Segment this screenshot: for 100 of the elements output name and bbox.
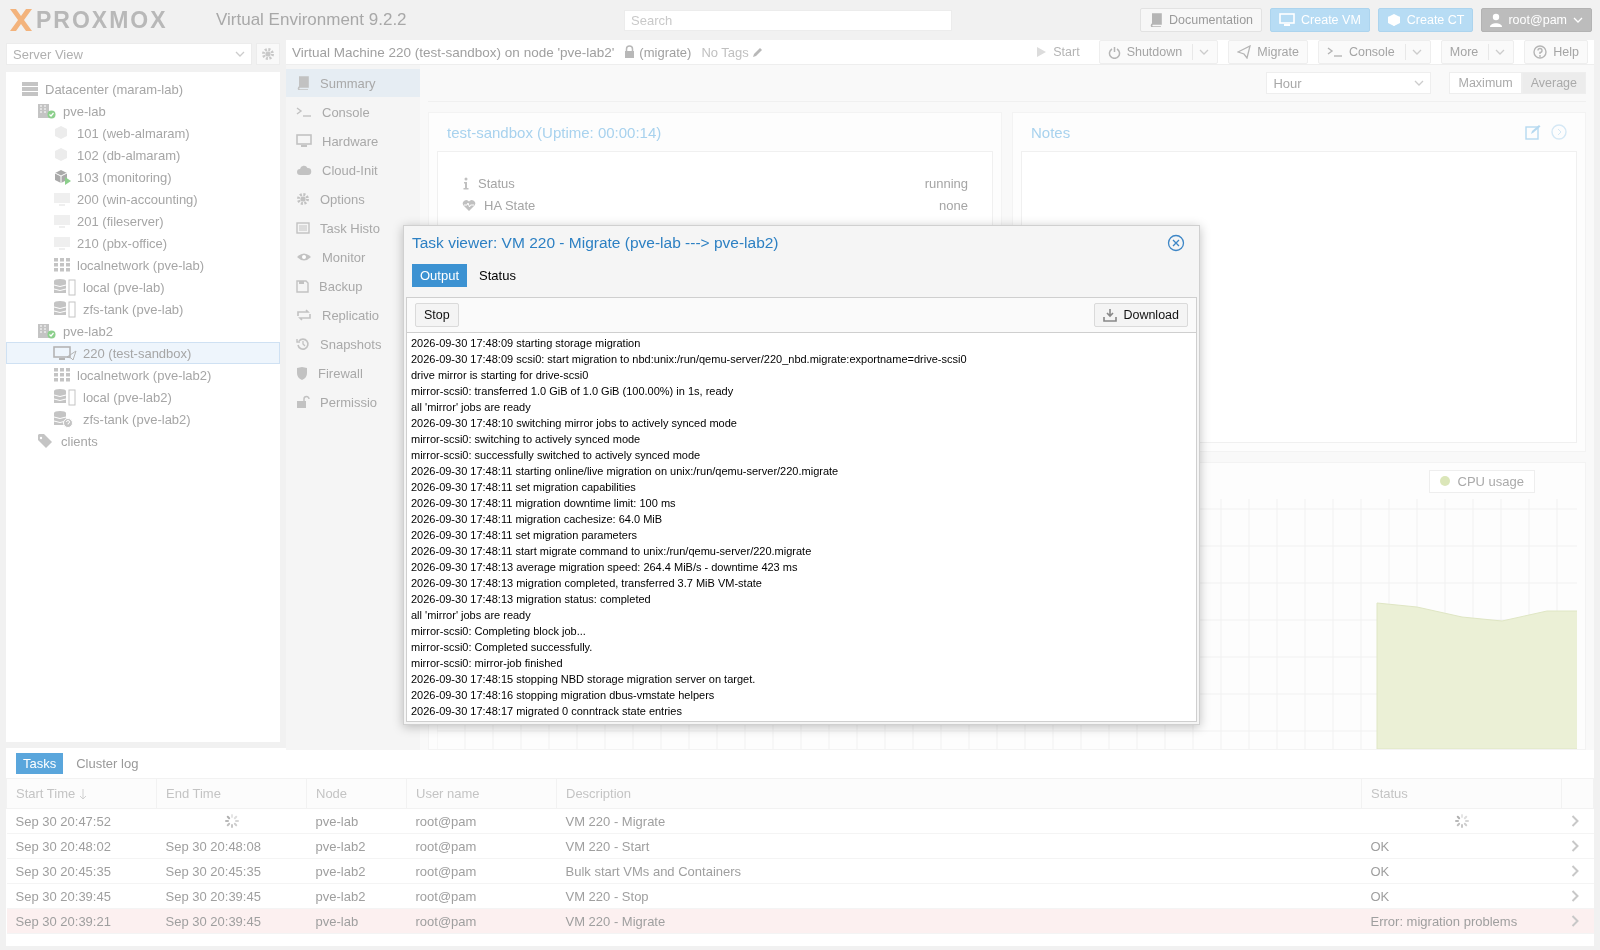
download-button[interactable]: Download: [1094, 303, 1188, 327]
status-value: running: [924, 175, 968, 191]
log-line: 2026-09-30 17:48:10 switching mirror jobs to actively synced mode: [411, 416, 738, 431]
nav-item[interactable]: Hardware: [286, 127, 381, 155]
timeframe-select[interactable]: Hour: [1266, 72, 1432, 94]
panel-title: Notes: [1031, 123, 1071, 141]
edit-icon: [1525, 124, 1541, 140]
tree-item[interactable]: zfs-tank (pve-lab2): [6, 408, 280, 430]
tree-item[interactable]: 102 (db-almaram): [6, 144, 280, 166]
play-icon: [1035, 46, 1048, 58]
column-header[interactable]: Start Time: [16, 786, 76, 801]
shield-icon: [296, 366, 308, 380]
sort-down-icon: [79, 787, 88, 800]
nav-item[interactable]: Snapshots: [286, 330, 384, 358]
book-icon: [1148, 13, 1163, 27]
table-cell: Sep 30 20:48:02: [15, 838, 111, 854]
toolbar-button[interactable]: Help: [1524, 40, 1588, 64]
chevron-right-icon: [1570, 840, 1579, 852]
column-header[interactable]: Description: [566, 786, 632, 801]
dialog-tab[interactable]: Output: [412, 264, 468, 287]
caret-icon: [1199, 48, 1210, 56]
heartbeat-icon: [462, 198, 476, 212]
building-check-icon: [37, 103, 57, 119]
help-icon: [1533, 45, 1548, 59]
chevron-right-icon: [1570, 815, 1579, 827]
power-icon: [1107, 45, 1121, 59]
log-line: 2026-09-30 17:48:09 starting storage migration: [411, 336, 642, 351]
dialog-title: Task viewer: VM 220 - Migrate (pve-lab ---> pve-lab2): [412, 234, 780, 252]
column-header[interactable]: End Time: [166, 786, 221, 801]
book-icon: [296, 76, 310, 90]
lock-icon: [624, 45, 636, 59]
toolbar-button[interactable]: More: [1440, 40, 1515, 64]
database-icon: [53, 300, 77, 318]
log-tab[interactable]: Tasks: [16, 752, 64, 774]
tree-item[interactable]: localnetwork (pve-lab2): [6, 364, 280, 386]
log-line: 2026-09-30 17:48:11 migration cachesize: 64.0 MiB: [411, 512, 664, 527]
log-line: 2026-09-30 17:48:13 average migration speed: 264.4 MiB/s - downtime 423 ms: [411, 560, 799, 575]
floppy-icon: [296, 279, 309, 293]
mode-button[interactable]: Average: [1521, 72, 1586, 94]
table-cell: Sep 30 20:45:35: [165, 863, 261, 879]
chevron-right-icon: [1570, 890, 1579, 902]
tree-item[interactable]: pve-lab2: [6, 320, 280, 342]
view-select[interactable]: Server View: [6, 43, 252, 65]
nav-item[interactable]: Backup: [286, 272, 365, 300]
dialog-tab[interactable]: Status: [471, 264, 524, 287]
toolbar-button[interactable]: Migrate: [1228, 40, 1308, 64]
header-button[interactable]: Create VM: [1270, 8, 1370, 32]
nav-item[interactable]: Monitor: [286, 243, 368, 271]
close-button[interactable]: [1167, 234, 1185, 252]
tree-item[interactable]: 210 (pbx-office): [6, 232, 280, 254]
log-tab[interactable]: Cluster log: [69, 752, 146, 774]
history-icon: [296, 337, 310, 351]
toolbar-button[interactable]: Console: [1317, 40, 1431, 64]
table-cell: Sep 30 20:48:08: [165, 838, 261, 854]
log-line: mirror-scsi0: switching to actively synced mode: [411, 432, 642, 447]
nav-item[interactable]: Firewall: [286, 359, 365, 387]
tree-item[interactable]: zfs-tank (pve-lab): [6, 298, 280, 320]
table-cell: root@pam: [415, 863, 477, 879]
user-menu-button[interactable]: root@pam: [1481, 8, 1592, 32]
tree-item[interactable]: local (pve-lab): [6, 276, 280, 298]
header-button[interactable]: Create CT: [1377, 8, 1474, 32]
building-check-icon: [37, 323, 57, 339]
tree-item[interactable]: 201 (fileserver): [6, 210, 280, 232]
tree-item[interactable]: 101 (web-almaram): [6, 122, 280, 144]
nav-item[interactable]: Cloud-Init: [286, 156, 380, 184]
lock-status: (migrate): [639, 44, 692, 60]
database-icon: [53, 278, 77, 296]
caret-icon: [1411, 48, 1422, 56]
tags-link[interactable]: No Tags: [701, 44, 764, 60]
stop-button[interactable]: Stop: [415, 303, 459, 327]
nav-item[interactable]: Replicatio: [286, 301, 382, 329]
mode-button[interactable]: Maximum: [1449, 72, 1522, 94]
panel-title: test-sandbox (Uptime: 00:00:14): [447, 123, 662, 141]
tree-item[interactable]: pve-lab: [6, 100, 280, 122]
nav-item[interactable]: Permissio: [286, 388, 380, 416]
tree-item[interactable]: 103 (monitoring): [6, 166, 280, 188]
table-cell: root@pam: [415, 913, 477, 929]
nav-item[interactable]: Task Histo: [286, 214, 382, 242]
header-button[interactable]: Documentation: [1139, 8, 1263, 32]
log-line: 2026-09-30 17:48:11 starting online/live migration on unix:/run/qemu-server/220.migrate: [411, 464, 840, 479]
nav-item[interactable]: Summary: [286, 69, 420, 97]
log-line: 2026-09-30 17:48:16 stopping migration dbus-vmstate helpers: [411, 688, 716, 703]
toolbar-button[interactable]: Shutdown: [1098, 40, 1219, 64]
tree-item[interactable]: 220 (test-sandbox): [6, 342, 280, 364]
column-header[interactable]: Node: [316, 786, 348, 801]
tree-item[interactable]: Datacenter (maram-lab): [6, 78, 280, 100]
caret-icon: [1573, 16, 1583, 24]
log-line: 2026-09-30 17:48:11 start migrate command to unix:/run/qemu-server/220.migrate: [411, 544, 813, 559]
table-cell: VM 220 - Migrate: [565, 913, 666, 929]
nav-item[interactable]: Options: [286, 185, 367, 213]
tree-item[interactable]: 200 (win-accounting): [6, 188, 280, 210]
pencil-icon: [751, 46, 764, 58]
tree-item[interactable]: localnetwork (pve-lab): [6, 254, 280, 276]
monitor-icon: [296, 134, 312, 148]
legend-item[interactable]: CPU usage: [1428, 469, 1535, 493]
column-header[interactable]: Status: [1371, 786, 1408, 801]
tree-item[interactable]: clients: [6, 430, 280, 452]
table-cell: pve-lab2: [315, 838, 366, 854]
tree-item[interactable]: local (pve-lab2): [6, 386, 280, 408]
nav-item[interactable]: Console: [286, 98, 372, 126]
